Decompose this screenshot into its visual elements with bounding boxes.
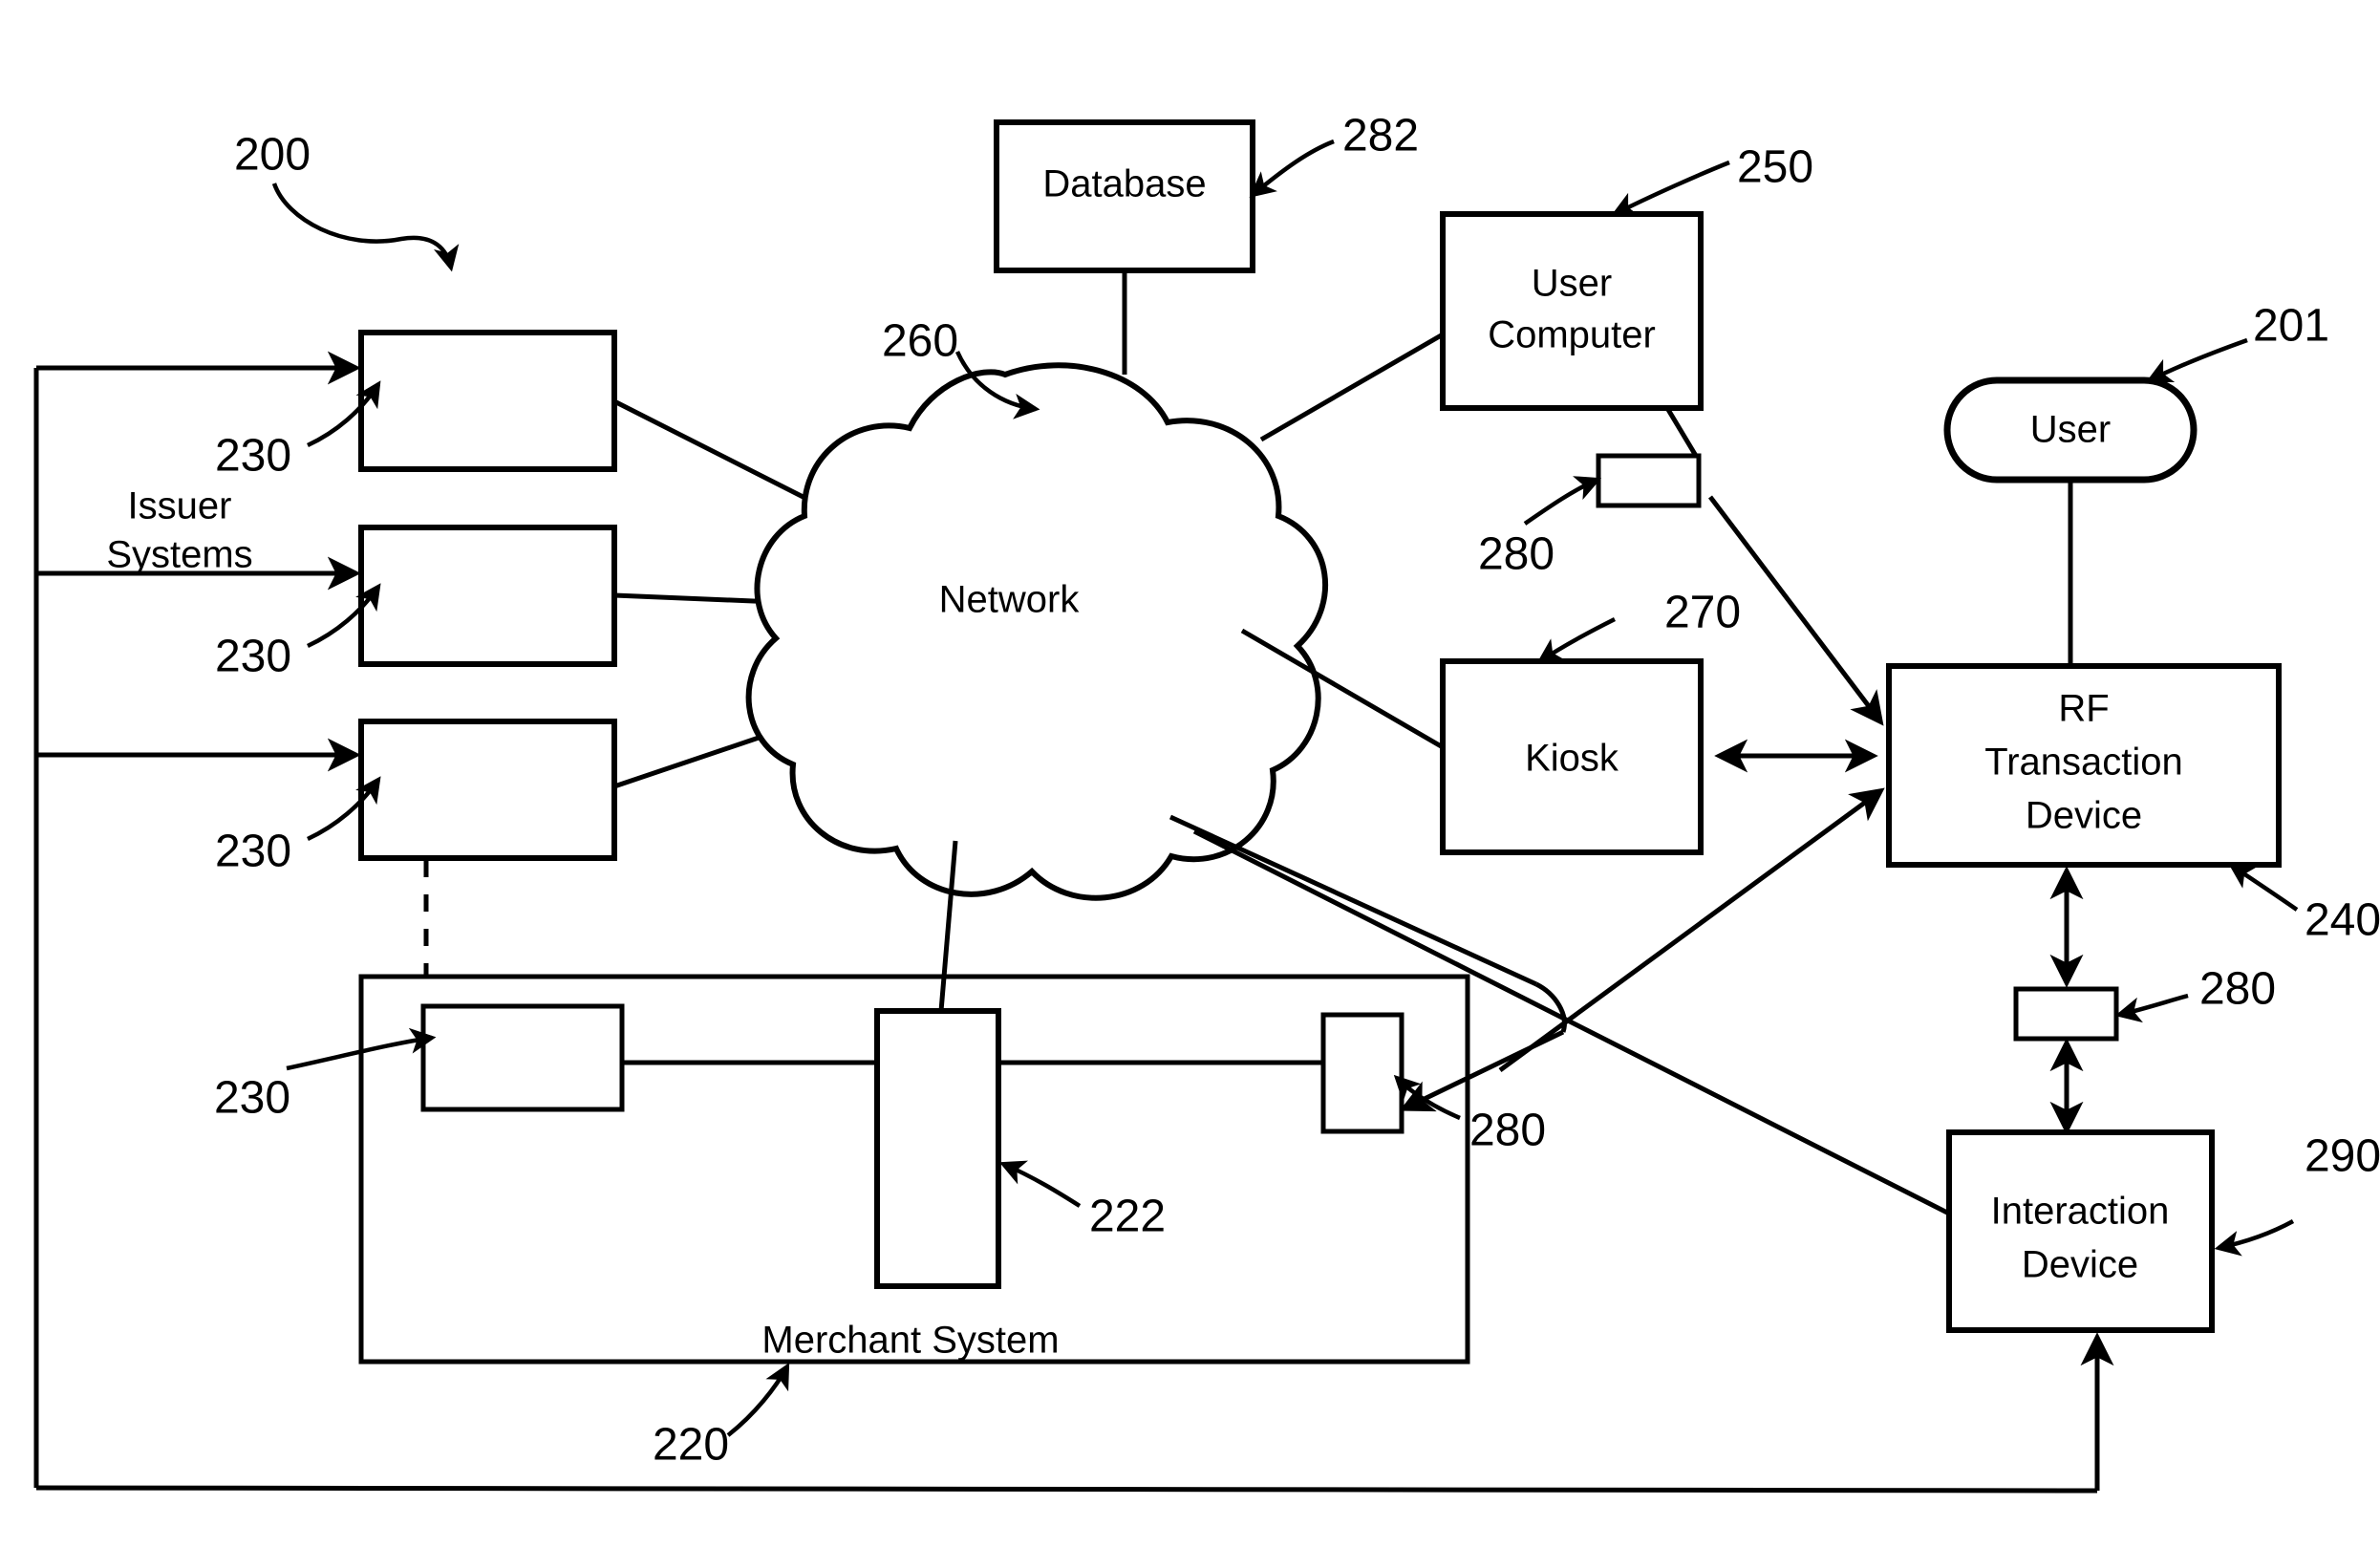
merchant-reader-box-280[interactable]: [1320, 1012, 1404, 1134]
ref-num-230-c: 230: [215, 827, 291, 877]
interaction-device-label-line2: Device: [2022, 1244, 2138, 1286]
ref-num-260: 260: [882, 316, 958, 367]
issuer-2-to-network-wire: [613, 592, 777, 605]
user-computer-box[interactable]: [1440, 211, 1704, 411]
issuer-systems-label-line2: Systems: [106, 534, 252, 576]
ref-num-250: 250: [1737, 142, 1813, 193]
ref-num-222: 222: [1089, 1192, 1166, 1242]
ref-num-280-merchant: 280: [1469, 1106, 1546, 1156]
leader-282: [1249, 139, 1335, 198]
rf-device-label-line2: Transaction: [1984, 742, 2183, 784]
issuer-system-box-3[interactable]: [358, 719, 617, 861]
leader-250: [1610, 160, 1730, 217]
leader-201: [2145, 337, 2248, 383]
leader-240: [2228, 863, 2299, 912]
user-computer-label-line1: User: [1532, 263, 1612, 305]
issuer-3-to-network-wire: [613, 733, 765, 789]
issuer-systems-label-line1: Issuer: [128, 485, 232, 527]
ref-num-280-interaction: 280: [2199, 964, 2276, 1015]
patent-figure: 200 Issuer Systems 230 230 230 230 Datab…: [0, 0, 2380, 1548]
ref-num-290: 290: [2305, 1131, 2380, 1182]
merchant-system-label: Merchant System: [761, 1320, 1059, 1362]
rf-device-label-line3: Device: [2026, 795, 2142, 837]
database-label: Database: [1042, 163, 1206, 205]
issuer-system-box-1[interactable]: [358, 330, 617, 472]
ref-num-200: 200: [234, 130, 311, 181]
merchant-issuer-box-230[interactable]: [420, 1003, 625, 1112]
system-block-diagram: 200 Issuer Systems 230 230 230 230 Datab…: [33, 111, 2380, 1494]
reader-box-interaction-device[interactable]: [2013, 986, 2119, 1042]
leader-280-user-computer: [1523, 476, 1602, 526]
leader-270: [1536, 616, 1617, 664]
rf-device-label-line1: RF: [2058, 688, 2109, 730]
leader-200: [271, 183, 460, 272]
ref-num-230-b: 230: [215, 632, 291, 682]
leader-220: [726, 1363, 790, 1437]
ref-num-270: 270: [1664, 588, 1741, 638]
leader-222: [998, 1160, 1082, 1208]
network-to-user-computer-wire: [1259, 332, 1445, 442]
ref-num-220: 220: [653, 1420, 729, 1471]
reader-box-user-computer[interactable]: [1596, 453, 1702, 508]
ref-num-230-a: 230: [215, 431, 291, 482]
network-to-interaction-device-wire: [1192, 828, 1951, 1216]
ref-num-201: 201: [2253, 301, 2329, 352]
ref-num-230-merchant: 230: [214, 1073, 290, 1124]
ref-num-240: 240: [2305, 895, 2380, 946]
issuer-system-box-2[interactable]: [358, 525, 617, 667]
network-cloud[interactable]: [745, 362, 1329, 901]
leader-280-interaction: [2114, 993, 2189, 1023]
ref-num-280-user-computer: 280: [1478, 529, 1555, 580]
user-label: User: [2030, 409, 2111, 451]
merchant-terminal-box-222[interactable]: [874, 1008, 1001, 1289]
interaction-device-label-line1: Interaction: [1991, 1191, 2170, 1233]
kiosk-label: Kiosk: [1525, 738, 1619, 780]
ref-num-282: 282: [1342, 111, 1419, 161]
network-label: Network: [939, 579, 1081, 621]
user-computer-label-line2: Computer: [1488, 314, 1656, 356]
user-computer-to-reader-wire: [1664, 406, 1699, 458]
leader-290: [2214, 1219, 2295, 1257]
